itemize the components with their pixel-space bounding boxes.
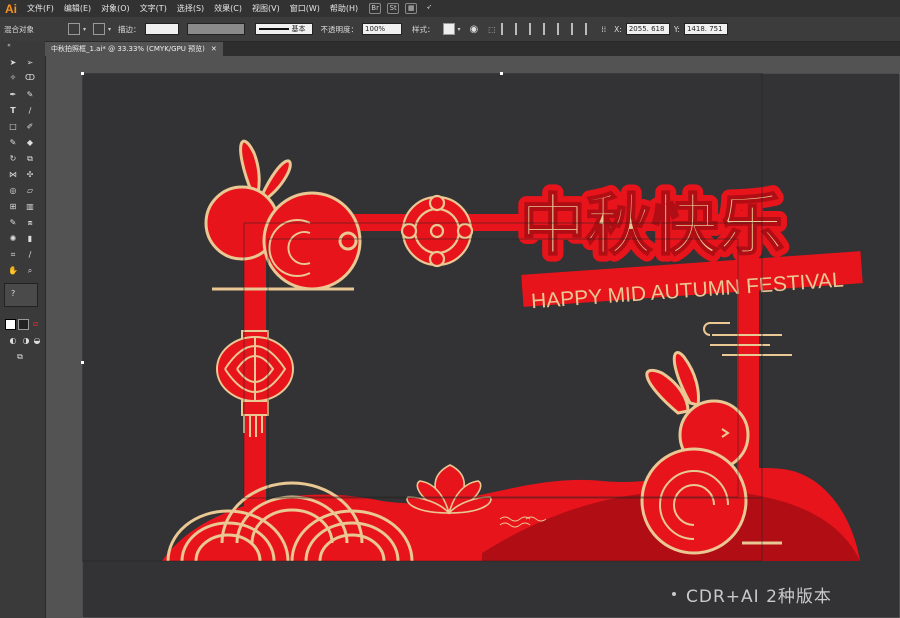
- screen-mode-icon[interactable]: ⧉: [14, 351, 26, 363]
- bridge-icon[interactable]: Br: [369, 3, 382, 14]
- perspective-grid-tool-icon[interactable]: ▱: [24, 185, 36, 197]
- menu-file[interactable]: 文件(F): [22, 3, 59, 14]
- graphic-style-swatch[interactable]: [442, 23, 455, 35]
- menu-view[interactable]: 视图(V): [247, 3, 285, 14]
- direct-selection-tool-icon[interactable]: ➢: [24, 57, 36, 69]
- reference-point-icon[interactable]: ⁞⁞: [601, 25, 606, 34]
- symbol-sprayer-tool-icon[interactable]: ✺: [7, 233, 19, 245]
- align-left-icon[interactable]: [501, 23, 511, 35]
- y-label: Y:: [673, 24, 680, 34]
- y-input[interactable]: 1418. 751: [683, 23, 728, 35]
- magic-wand-tool-icon[interactable]: ✧: [7, 72, 19, 84]
- menu-help[interactable]: 帮助(H): [325, 3, 363, 14]
- pen-tool-icon[interactable]: ✒: [7, 89, 19, 101]
- stroke-label: 描边：: [118, 24, 141, 34]
- shape-builder-tool-icon[interactable]: ◎: [7, 185, 19, 197]
- fill-color-icon[interactable]: [5, 319, 16, 330]
- scale-tool-icon[interactable]: ⧉: [24, 153, 36, 165]
- selection-handle[interactable]: [81, 72, 84, 75]
- align-middle-icon[interactable]: [557, 23, 567, 35]
- line-tool-icon[interactable]: ∕: [24, 105, 36, 117]
- gradient-tool-icon[interactable]: ▥: [24, 201, 36, 213]
- puppet-warp-tool-icon[interactable]: ✣: [24, 169, 36, 181]
- collapse-panel-icon[interactable]: «: [3, 42, 15, 50]
- illustrator-logo: Ai: [5, 1, 17, 16]
- title-group: 中秋快乐 中秋快乐 HAPPY MID AUTUMN FESTIVAL: [513, 180, 863, 313]
- send-icon[interactable]: ➶: [423, 3, 435, 14]
- recolor-icon[interactable]: ◉: [470, 24, 479, 35]
- chevron-down-icon[interactable]: ▾: [458, 26, 461, 33]
- close-icon[interactable]: ✕: [211, 45, 217, 53]
- align-top-icon[interactable]: [543, 23, 553, 35]
- menu-type[interactable]: 文字(T): [135, 3, 172, 14]
- document-tab[interactable]: 中秋拍照框_1.ai* @ 33.33% (CMYK/GPU 预览) ✕: [45, 42, 223, 56]
- lotus: [406, 464, 492, 515]
- mesh-tool-icon[interactable]: ⊞: [7, 201, 19, 213]
- stroke-swatch[interactable]: [93, 23, 106, 35]
- menu-effect[interactable]: 效果(C): [209, 3, 247, 14]
- column-graph-tool-icon[interactable]: ▮: [24, 233, 36, 245]
- selection-type-label: 混合对象: [4, 24, 34, 34]
- stock-icon[interactable]: St: [387, 3, 400, 14]
- align-right-icon[interactable]: [529, 23, 539, 35]
- zoom-tool-icon[interactable]: ⌕: [24, 265, 36, 277]
- blend-tool-icon[interactable]: ⧈: [24, 217, 36, 229]
- eraser-tool-icon[interactable]: ◆: [24, 137, 36, 149]
- align-to-icon[interactable]: ⬚: [488, 25, 495, 34]
- document-tab-bar: 中秋拍照框_1.ai* @ 33.33% (CMYK/GPU 预览) ✕: [45, 42, 900, 56]
- rectangle-tool-icon[interactable]: □: [7, 121, 19, 133]
- rabbit-top-left: [204, 139, 362, 291]
- selection-tool-icon[interactable]: ➤: [7, 57, 19, 69]
- menu-window[interactable]: 窗口(W): [285, 3, 325, 14]
- align-center-icon[interactable]: [515, 23, 525, 35]
- title-text: 中秋快乐: [520, 187, 784, 264]
- opacity-input[interactable]: 100%: [362, 23, 403, 35]
- shaper-tool-icon[interactable]: ✎: [7, 137, 19, 149]
- x-label: X:: [614, 24, 622, 34]
- gradient-color-icon[interactable]: [18, 319, 29, 330]
- menu-select[interactable]: 选择(S): [172, 3, 209, 14]
- variable-width-select[interactable]: [186, 23, 245, 35]
- lasso-tool-icon[interactable]: ↀ: [24, 72, 36, 84]
- chevron-down-icon[interactable]: ▾: [108, 26, 111, 33]
- selection-handle[interactable]: [81, 361, 84, 364]
- menu-object[interactable]: 对象(O): [96, 3, 135, 14]
- artboard-tool-icon[interactable]: ⌗: [7, 249, 19, 261]
- selection-handle[interactable]: [500, 72, 503, 75]
- draw-inside-icon[interactable]: ◒: [31, 335, 43, 347]
- hand-tool-icon[interactable]: ✋: [7, 265, 19, 277]
- workspace-grid-icon[interactable]: ▦: [405, 3, 418, 14]
- fill-swatch[interactable]: [68, 23, 80, 35]
- mooncake: [400, 194, 474, 268]
- watermark-text: CDR+AI 2种版本: [686, 587, 832, 607]
- menu-bar: Ai 文件(F) 编辑(E) 对象(O) 文字(T) 选择(S) 效果(C) 视…: [0, 0, 900, 17]
- style-label: 样式：: [412, 24, 435, 34]
- lantern: [216, 330, 294, 437]
- watermark-dot-icon: [672, 592, 676, 596]
- distribute-icon[interactable]: [585, 23, 595, 35]
- artboard[interactable]: 中秋快乐 中秋快乐 HAPPY MID AUTUMN FESTIVAL: [81, 72, 900, 618]
- curvature-tool-icon[interactable]: ✎: [24, 89, 36, 101]
- x-input[interactable]: 2055. 618: [625, 23, 670, 35]
- align-bottom-icon[interactable]: [571, 23, 581, 35]
- brush-definition-select[interactable]: 基本: [254, 23, 313, 35]
- eyedropper-tool-icon[interactable]: ✎: [7, 217, 19, 229]
- tools-panel: « ➤ ➢ ✧ ↀ ✒ ✎ T ∕ □ ✐ ✎ ◆ ↻ ⧉ ⋈ ✣ ◎ ▱ ⊞ …: [0, 41, 46, 618]
- chevron-down-icon[interactable]: ▾: [83, 26, 86, 33]
- slice-tool-icon[interactable]: ∕: [24, 249, 36, 261]
- document-tab-title: 中秋拍照框_1.ai* @ 33.33% (CMYK/GPU 预览): [51, 45, 205, 53]
- rotate-tool-icon[interactable]: ↻: [7, 153, 19, 165]
- none-color-icon[interactable]: ⧄: [31, 319, 40, 328]
- fill-stroke-widget[interactable]: ?: [4, 283, 38, 307]
- artwork-svg: 中秋快乐 中秋快乐 HAPPY MID AUTUMN FESTIVAL: [82, 73, 900, 618]
- opacity-label: 不透明度：: [320, 24, 359, 34]
- menu-edit[interactable]: 编辑(E): [59, 3, 96, 14]
- draw-normal-icon[interactable]: ◐: [7, 335, 19, 347]
- stroke-weight-input[interactable]: [144, 23, 179, 35]
- paintbrush-tool-icon[interactable]: ✐: [24, 121, 36, 133]
- type-tool-icon[interactable]: T: [7, 105, 19, 117]
- control-bar: 混合对象 ▾ ▾ 描边： 基本 不透明度： 100% 样式： ▾ ◉ ⬚ ⁞⁞ …: [0, 17, 900, 42]
- width-tool-icon[interactable]: ⋈: [7, 169, 19, 181]
